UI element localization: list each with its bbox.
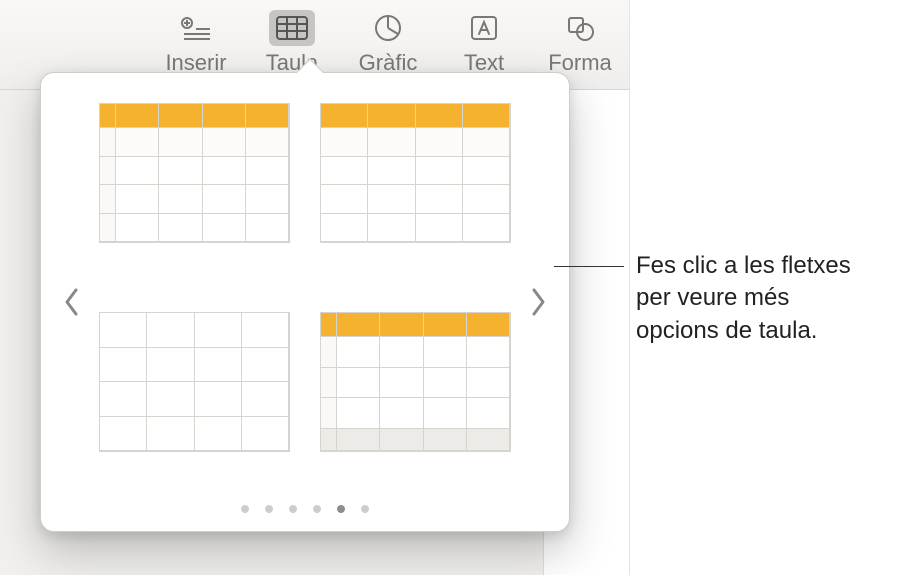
page-dot[interactable]: [361, 505, 369, 513]
table-style-plain[interactable]: [99, 312, 290, 452]
page-dots: [41, 505, 569, 513]
table-style-header-footer[interactable]: [320, 312, 511, 452]
table-style-header-only[interactable]: [320, 103, 511, 243]
toolbar-label: Inserir: [165, 50, 226, 74]
table-styles-popover: [40, 72, 570, 532]
chart-icon: [365, 10, 411, 46]
page-dot[interactable]: [313, 505, 321, 513]
insert-icon: [173, 10, 219, 46]
taula-button[interactable]: Taula: [244, 10, 340, 74]
callout-text: Fes clic a les fletxes per veure més opc…: [636, 250, 920, 347]
grafic-button[interactable]: Gràfic: [340, 10, 436, 74]
page-dot[interactable]: [289, 505, 297, 513]
text-icon: [461, 10, 507, 46]
forma-button[interactable]: Forma: [532, 10, 628, 74]
table-style-header-stub[interactable]: [99, 103, 290, 243]
text-button[interactable]: Text: [436, 10, 532, 74]
toolbar-label: Forma: [548, 50, 612, 74]
page-dot[interactable]: [241, 505, 249, 513]
toolbar-label: Gràfic: [359, 50, 418, 74]
inserir-button[interactable]: Inserir: [148, 10, 244, 74]
page-dot[interactable]: [337, 505, 345, 513]
next-page-arrow[interactable]: [521, 272, 555, 332]
table-icon: [269, 10, 315, 46]
previous-page-arrow[interactable]: [55, 272, 89, 332]
table-style-grid: [89, 73, 521, 531]
toolbar-label: Text: [464, 50, 504, 74]
page-dot[interactable]: [265, 505, 273, 513]
shape-icon: [557, 10, 603, 46]
callout-leader-line: [554, 266, 624, 267]
